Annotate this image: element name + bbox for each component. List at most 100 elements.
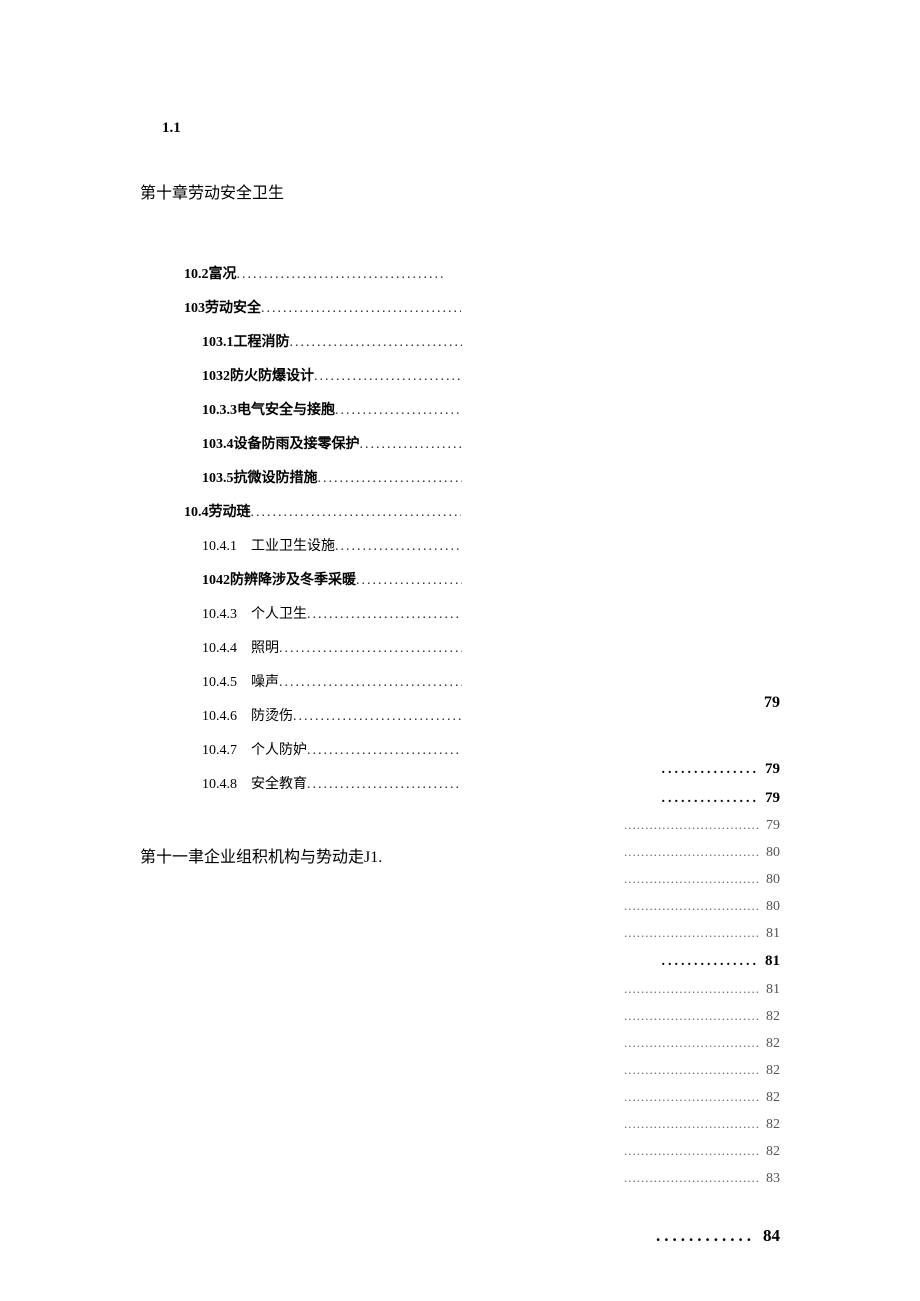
- toc-page-entry: ................................ 80: [624, 896, 780, 917]
- leader-dots: ........................................…: [251, 505, 462, 521]
- toc-entry: 10.3.3电气安全与接胞...........................…: [202, 399, 462, 419]
- leader-dots: ...............: [662, 759, 760, 780]
- page-num: 80: [766, 869, 780, 890]
- toc-label: 103.4设备防雨及接零保护: [202, 433, 360, 453]
- toc-entry: 103劳动安全 ................................…: [184, 297, 461, 317]
- toc-entry: 10.4劳动琏.................................…: [184, 501, 461, 521]
- leader-dots: ................................: [624, 1006, 760, 1026]
- toc-page-entry: ................................ 82: [624, 1141, 780, 1162]
- toc-label: 10.4.1 工业卫生设施: [202, 535, 335, 555]
- leader-dots: ................................: [624, 1087, 760, 1107]
- toc-page-entry: ................................ 82: [624, 1033, 780, 1054]
- chapter-10-title: 第十章劳动安全卫生: [140, 179, 780, 203]
- toc-page-entry: ................................ 80: [624, 869, 780, 890]
- leader-dots: ................................: [624, 979, 760, 999]
- page-num: 82: [766, 1060, 780, 1081]
- leader-dots: ........................................…: [307, 777, 462, 793]
- leader-dots: ................................: [624, 1168, 760, 1188]
- document-page: 1.1 第十章劳动安全卫生 10.2富况....................…: [0, 0, 920, 947]
- toc-entry: 10.4.3 个人卫生.............................…: [202, 603, 462, 623]
- toc-label: 10.4劳动琏: [184, 501, 251, 521]
- leader-dots: ........................................…: [314, 369, 462, 385]
- toc-entry: 10.4.5 噪声 ..............................…: [202, 671, 462, 691]
- toc-page-entry: ................................ 80: [624, 842, 780, 863]
- toc-label: 10.4.6 防烫伤: [202, 705, 293, 725]
- toc-page-entry: ................................ 82: [624, 1114, 780, 1135]
- page-num: 81: [766, 979, 780, 1000]
- leader-dots: ...............: [662, 788, 760, 809]
- leader-dots: ................................: [624, 896, 760, 916]
- toc-label: 10.4.8 安全教育: [202, 773, 307, 793]
- leader-dots: ................................: [624, 869, 760, 889]
- toc-label: 103.1工程消防: [202, 331, 290, 351]
- leader-dots: ........................................…: [307, 607, 462, 623]
- toc-left-column: 10.2富况..................................…: [140, 263, 780, 793]
- page-num: 82: [766, 1141, 780, 1162]
- leader-dots: ........................................…: [290, 335, 463, 351]
- toc-page-entry: ................................ 82: [624, 1087, 780, 1108]
- leader-dots: ................................: [624, 1033, 760, 1053]
- toc-label: 10.4.7 个人防妒: [202, 739, 307, 759]
- toc-entry: 103.4设备防雨及接零保护..........................…: [202, 433, 462, 453]
- toc-label: 1042防辨降涉及冬季采暖: [202, 569, 356, 589]
- page-num: 80: [766, 842, 780, 863]
- leader-dots: ...............: [662, 951, 760, 972]
- page-num: 79: [766, 815, 780, 836]
- toc-entry: 10.4.6 防烫伤..............................…: [202, 705, 462, 725]
- leader-dots: ........................................…: [279, 675, 462, 691]
- toc-entry: 10.4.1 工业卫生设施...........................…: [202, 535, 462, 555]
- leader-dots: ............: [656, 1226, 755, 1246]
- page-num: 82: [766, 1087, 780, 1108]
- toc-entry: 10.4.7 个人防妒.............................…: [202, 739, 462, 759]
- leader-dots: ........................................…: [360, 437, 463, 453]
- leader-dots: ................................: [624, 923, 760, 943]
- section-number: 1.1: [162, 120, 780, 137]
- page-num: 83: [766, 1168, 780, 1189]
- toc-entry: 1032防火防爆设计 .............................…: [202, 365, 462, 385]
- toc-entry: 1042防辨降涉及冬季采暖...........................…: [202, 569, 462, 589]
- leader-dots: ........................................…: [335, 403, 462, 419]
- toc-entry: 103.5抗微设防措施 ............................…: [202, 467, 462, 487]
- toc-right-column: ...............79...............79......…: [624, 758, 780, 1195]
- page-num: 80: [766, 896, 780, 917]
- leader-dots: ........................................…: [293, 709, 462, 725]
- leader-dots: ................................: [624, 1114, 760, 1134]
- toc-page-entry: ...............81: [624, 950, 780, 973]
- toc-label: 1032防火防爆设计: [202, 365, 314, 385]
- page-num: 82: [766, 1033, 780, 1054]
- toc-page-entry: ................................ 81: [624, 979, 780, 1000]
- page-num: 84: [763, 1226, 780, 1246]
- page-num: 81: [766, 923, 780, 944]
- toc-entry: 10.4.8 安全教育.............................…: [202, 773, 462, 793]
- toc-label: 103劳动安全: [184, 297, 261, 317]
- toc-page-entry: ...............79: [624, 758, 780, 781]
- leader-dots: ........................................…: [279, 641, 462, 657]
- toc-label: 10.2富况: [184, 263, 237, 283]
- toc-label: 10.4.5 噪声: [202, 671, 279, 691]
- leader-dots: ........................................…: [356, 573, 462, 589]
- page-number-bottom: ............ 84: [656, 1226, 780, 1246]
- toc-entry: 10.2富况..................................…: [184, 263, 444, 283]
- leader-dots: ........................................…: [318, 471, 463, 487]
- leader-dots: ................................: [624, 1141, 760, 1161]
- toc-label: 10.4.3 个人卫生: [202, 603, 307, 623]
- page-num: 82: [766, 1114, 780, 1135]
- leader-dots: ........................................…: [307, 743, 462, 759]
- leader-dots: ................................: [624, 842, 760, 862]
- page-num: 79: [765, 758, 780, 781]
- toc-page-entry: ................................ 83: [624, 1168, 780, 1189]
- leader-dots: ........................................…: [335, 539, 462, 555]
- page-num: 81: [765, 950, 780, 973]
- leader-dots: ................................: [624, 815, 760, 835]
- toc-page-entry: ................................ 79: [624, 815, 780, 836]
- toc-label: 103.5抗微设防措施: [202, 467, 318, 487]
- leader-dots: ........................................…: [237, 267, 445, 283]
- toc-page-entry: ................................ 82: [624, 1060, 780, 1081]
- toc-entry: 103.1工程消防...............................…: [202, 331, 462, 351]
- page-num: 79: [765, 787, 780, 810]
- leader-dots: ........................................…: [261, 301, 461, 317]
- leader-dots: ................................: [624, 1060, 760, 1080]
- page-num: 82: [766, 1006, 780, 1027]
- toc-entry: 10.4.4 照明...............................…: [202, 637, 462, 657]
- toc-label: 10.3.3电气安全与接胞: [202, 399, 335, 419]
